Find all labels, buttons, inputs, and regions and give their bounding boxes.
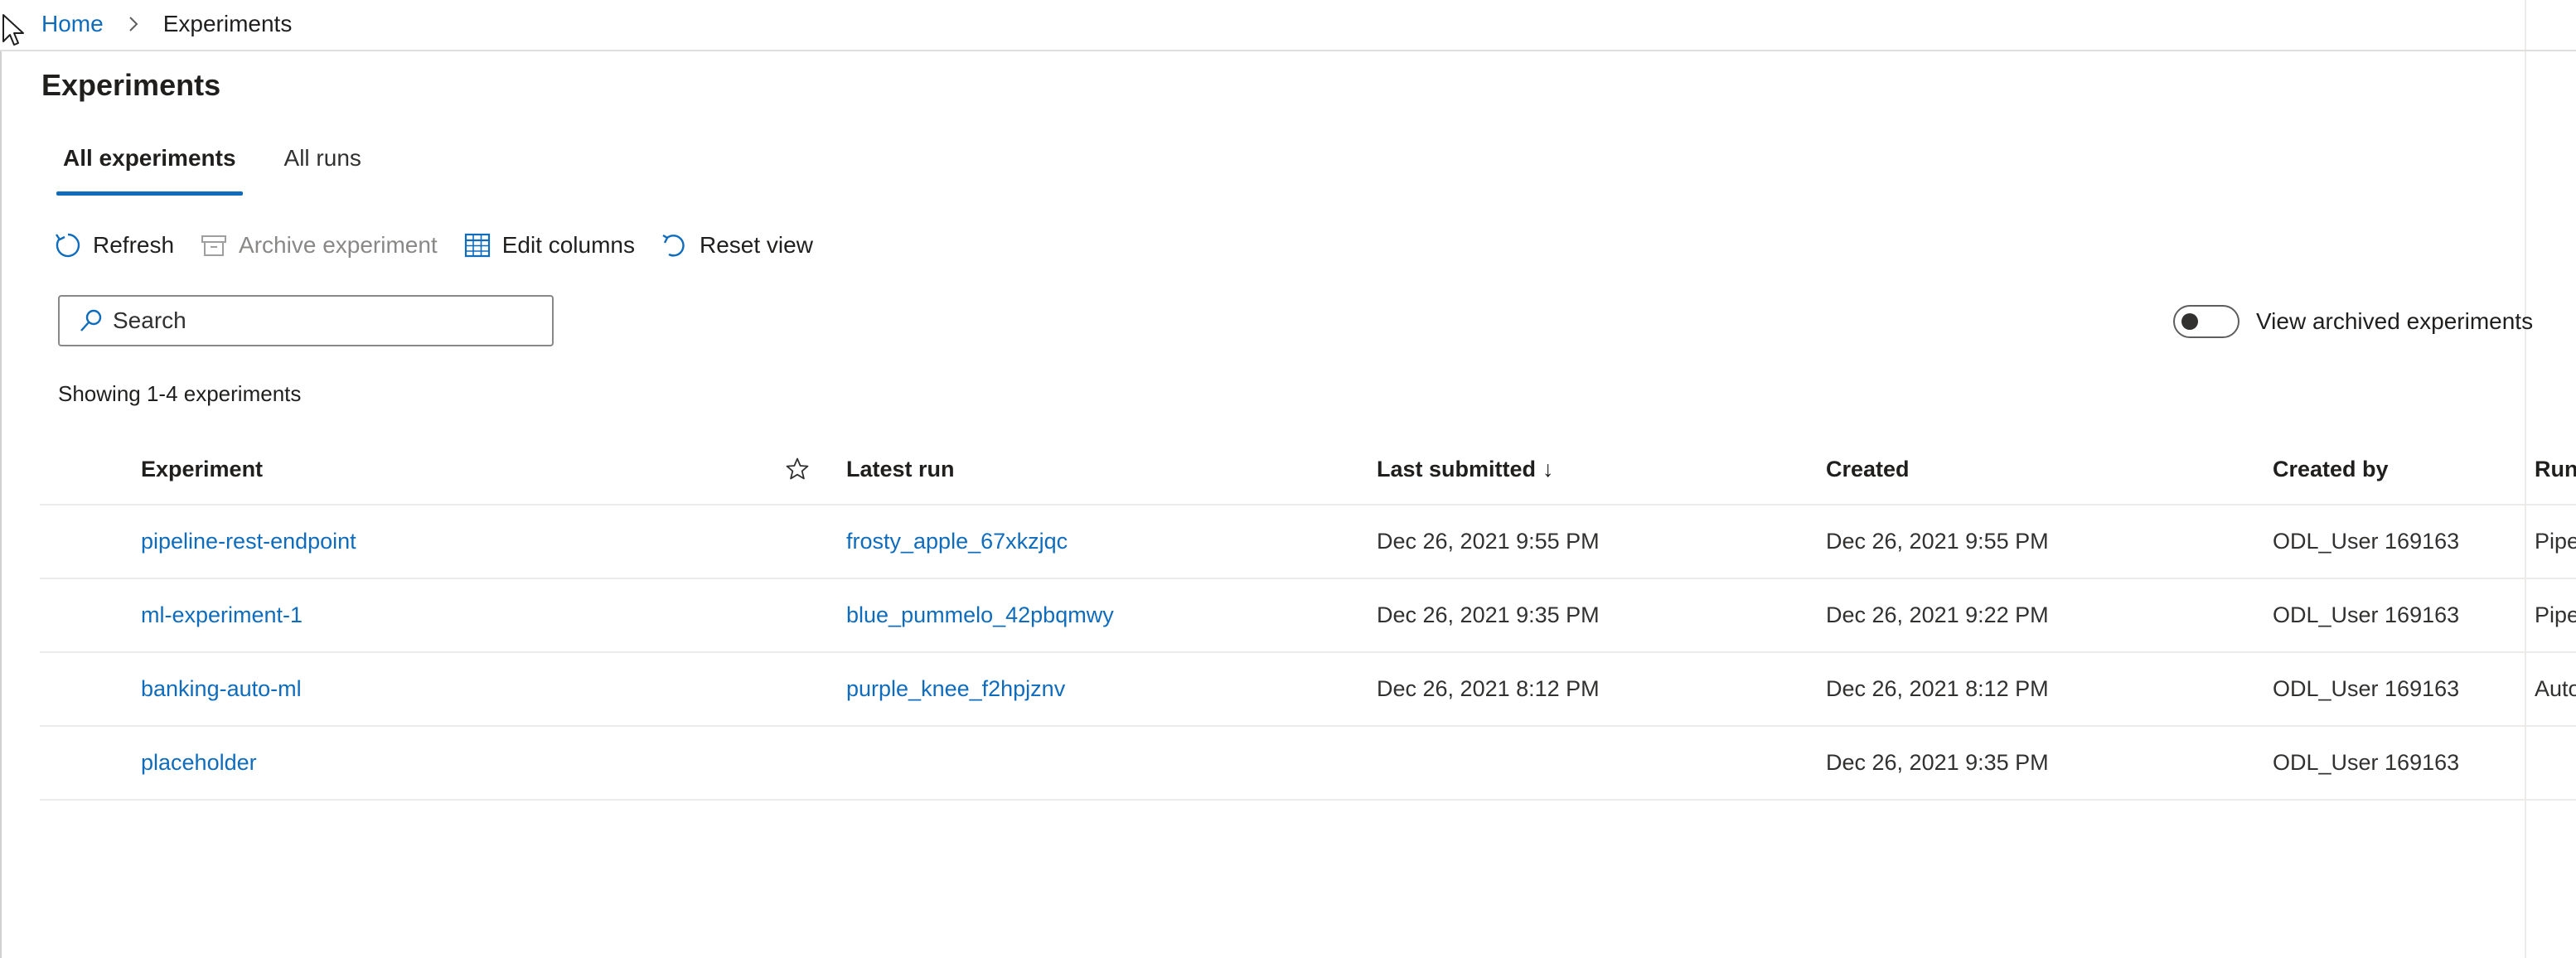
column-header-experiment-label: Experiment bbox=[141, 456, 264, 481]
search-input[interactable] bbox=[113, 307, 527, 334]
column-header-created-label: Created bbox=[1826, 456, 1910, 481]
archive-icon bbox=[199, 230, 229, 260]
last-submitted-cell bbox=[1377, 727, 1808, 799]
latest-run-link[interactable]: blue_pummelo_42pbqmwy bbox=[846, 579, 1360, 651]
star-icon[interactable] bbox=[772, 434, 822, 504]
archive-experiment-button[interactable]: Archive experiment bbox=[199, 227, 438, 264]
toggle-knob bbox=[2181, 313, 2198, 330]
archive-experiment-label: Archive experiment bbox=[239, 232, 438, 258]
latest-run-link[interactable]: frosty_apple_67xkzjqc bbox=[846, 506, 1360, 578]
mouse-cursor-icon bbox=[2, 14, 24, 46]
reset-view-label: Reset view bbox=[700, 232, 813, 258]
table-header: Experiment Latest run Last submitted ↓ C… bbox=[40, 434, 2576, 506]
created-cell: Dec 26, 2021 9:55 PM bbox=[1826, 529, 2049, 554]
experiments-table: Experiment Latest run Last submitted ↓ C… bbox=[40, 434, 2576, 801]
column-header-last-submitted-label: Last submitted bbox=[1377, 456, 1537, 481]
breadcrumb-current: Experiments bbox=[162, 11, 293, 36]
undo-icon bbox=[660, 230, 690, 260]
column-header-latest-run[interactable]: Latest run bbox=[846, 434, 1360, 504]
last-submitted-cell: Dec 26, 2021 9:35 PM bbox=[1377, 602, 1600, 627]
view-archived-label: View archived experiments bbox=[2256, 308, 2534, 334]
column-header-last-submitted[interactable]: Last submitted ↓ bbox=[1377, 434, 1808, 504]
created-cell: Dec 26, 2021 9:22 PM bbox=[1826, 602, 2049, 627]
experiment-name-link[interactable]: placeholder bbox=[141, 727, 721, 799]
experiment-name-link[interactable]: ml-experiment-1 bbox=[141, 579, 721, 651]
search-box bbox=[58, 295, 554, 346]
column-header-created-by-label: Created by bbox=[2273, 456, 2389, 481]
experiment-name-link[interactable]: pipeline-rest-endpoint bbox=[141, 506, 721, 578]
run-type-cell bbox=[2535, 727, 2576, 799]
page-title: Experiments bbox=[41, 68, 221, 102]
tab-list: All experiments All runs bbox=[56, 141, 368, 196]
column-header-created-by[interactable]: Created by bbox=[2273, 434, 2538, 504]
latest-run-link[interactable] bbox=[846, 727, 1360, 799]
edit-columns-button[interactable]: Edit columns bbox=[462, 227, 635, 264]
created-by-cell: ODL_User 169163 bbox=[2273, 676, 2460, 701]
created-by-cell: ODL_User 169163 bbox=[2273, 750, 2460, 775]
table-row[interactable]: banking-auto-ml purple_knee_f2hpjznv Dec… bbox=[40, 653, 2576, 727]
column-header-run-type[interactable]: Run bbox=[2535, 434, 2576, 504]
tab-all-experiments[interactable]: All experiments bbox=[56, 141, 243, 196]
column-header-created[interactable]: Created bbox=[1826, 434, 2257, 504]
created-cell: Dec 26, 2021 9:35 PM bbox=[1826, 750, 2049, 775]
column-header-experiment[interactable]: Experiment bbox=[141, 434, 721, 504]
table-row[interactable]: pipeline-rest-endpoint frosty_apple_67xk… bbox=[40, 506, 2576, 579]
table-row[interactable]: placeholder Dec 26, 2021 9:35 PM ODL_Use… bbox=[40, 727, 2576, 801]
view-archived-toggle-group: View archived experiments bbox=[2173, 304, 2533, 339]
column-header-latest-run-label: Latest run bbox=[846, 456, 955, 481]
tab-all-runs[interactable]: All runs bbox=[278, 141, 368, 196]
experiment-name-link[interactable]: banking-auto-ml bbox=[141, 653, 721, 725]
table-grid-icon bbox=[462, 230, 492, 260]
refresh-label: Refresh bbox=[93, 232, 175, 258]
experiments-page: Home Experiments Experiments All experim… bbox=[0, 0, 2576, 958]
refresh-button[interactable]: Refresh bbox=[53, 227, 174, 264]
reset-view-button[interactable]: Reset view bbox=[660, 227, 813, 264]
run-type-cell: Pipe bbox=[2535, 602, 2576, 627]
run-type-cell: Pipe bbox=[2535, 529, 2576, 554]
left-border bbox=[0, 51, 2, 958]
breadcrumb-divider bbox=[0, 50, 2576, 51]
latest-run-link[interactable]: purple_knee_f2hpjznv bbox=[846, 653, 1360, 725]
search-icon bbox=[78, 307, 104, 334]
created-by-cell: ODL_User 169163 bbox=[2273, 529, 2460, 554]
created-cell: Dec 26, 2021 8:12 PM bbox=[1826, 676, 2049, 701]
edit-columns-label: Edit columns bbox=[501, 232, 635, 258]
refresh-icon bbox=[53, 230, 83, 260]
table-row[interactable]: ml-experiment-1 blue_pummelo_42pbqmwy De… bbox=[40, 579, 2576, 653]
breadcrumb-home-link[interactable]: Home bbox=[41, 11, 104, 37]
run-type-cell: Auto bbox=[2535, 676, 2576, 701]
column-header-run-type-label: Run bbox=[2535, 456, 2576, 481]
view-archived-toggle[interactable] bbox=[2173, 305, 2239, 338]
last-submitted-cell: Dec 26, 2021 8:12 PM bbox=[1377, 676, 1600, 701]
breadcrumb: Home Experiments bbox=[41, 7, 292, 41]
created-by-cell: ODL_User 169163 bbox=[2273, 602, 2460, 627]
results-count: Showing 1-4 experiments bbox=[58, 381, 302, 406]
sort-descending-icon: ↓ bbox=[1542, 456, 1554, 481]
command-bar: Refresh Archive experiment Edit columns … bbox=[53, 227, 838, 264]
last-submitted-cell: Dec 26, 2021 9:55 PM bbox=[1377, 529, 1600, 554]
chevron-right-icon bbox=[122, 12, 145, 36]
